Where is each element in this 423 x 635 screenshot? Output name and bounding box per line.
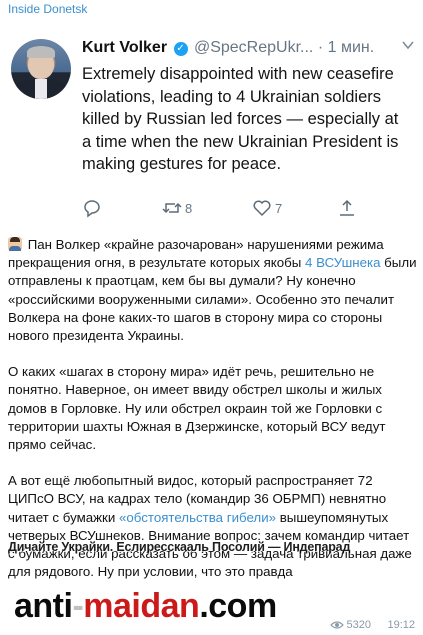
like-count: 7 <box>275 200 283 216</box>
post-paragraph-1: Пан Волкер «крайне разочарован» нарушени… <box>8 236 418 345</box>
share-icon <box>340 199 354 216</box>
man-technologist-icon <box>8 237 22 251</box>
chevron-down-icon[interactable] <box>401 38 415 52</box>
embedded-tweet[interactable]: Kurt Volker ✓ @SpecRepUkr... · 1 мин. Ex… <box>0 22 423 227</box>
watermark-part: maidan <box>83 587 200 625</box>
tweet-actions: 8 7 <box>82 198 372 220</box>
watermark-logo: anti-maidan.com <box>14 588 277 624</box>
retweet-button[interactable]: 8 <box>162 198 192 218</box>
tweet-author-handle[interactable]: @SpecRepUkr... <box>194 39 313 56</box>
post-time: 19:12 <box>387 619 415 631</box>
view-count: 5320 <box>329 619 371 631</box>
reply-button[interactable] <box>82 198 102 218</box>
verified-icon: ✓ <box>173 42 188 56</box>
watermark-part: .com <box>199 587 277 625</box>
reply-icon <box>84 200 100 218</box>
post-link-circumstances[interactable]: «обстоятельства гибели» <box>119 510 276 525</box>
share-button[interactable] <box>337 198 357 218</box>
post-paragraph-3: А вот ещё любопытный видос, который расп… <box>8 472 418 581</box>
overlay-text: Дичайте Украйки. Еслиресскааль Посолий —… <box>8 540 351 554</box>
tweet-header: Kurt Volker ✓ @SpecRepUkr... · 1 мин. <box>82 39 412 57</box>
tweet-author-name[interactable]: Kurt Volker <box>82 39 167 56</box>
post-paragraph-2: О каких «шагах в сторону мира» идёт речь… <box>8 364 386 453</box>
views-number: 5320 <box>346 619 371 631</box>
avatar[interactable] <box>11 39 71 99</box>
like-button[interactable]: 7 <box>252 198 282 218</box>
watermark-part: anti <box>14 587 73 625</box>
post-link-soldiers[interactable]: 4 ВСУшнека <box>305 255 380 270</box>
channel-name[interactable]: Inside Donetsk <box>8 2 87 16</box>
retweet-icon <box>162 202 182 214</box>
tweet-timestamp: · 1 мин. <box>317 39 375 56</box>
retweet-count: 8 <box>185 200 193 216</box>
eye-icon <box>329 621 344 629</box>
heart-icon <box>253 200 271 217</box>
tweet-text: Extremely disappointed with new ceasefir… <box>82 65 399 173</box>
watermark-part: - <box>72 587 84 625</box>
